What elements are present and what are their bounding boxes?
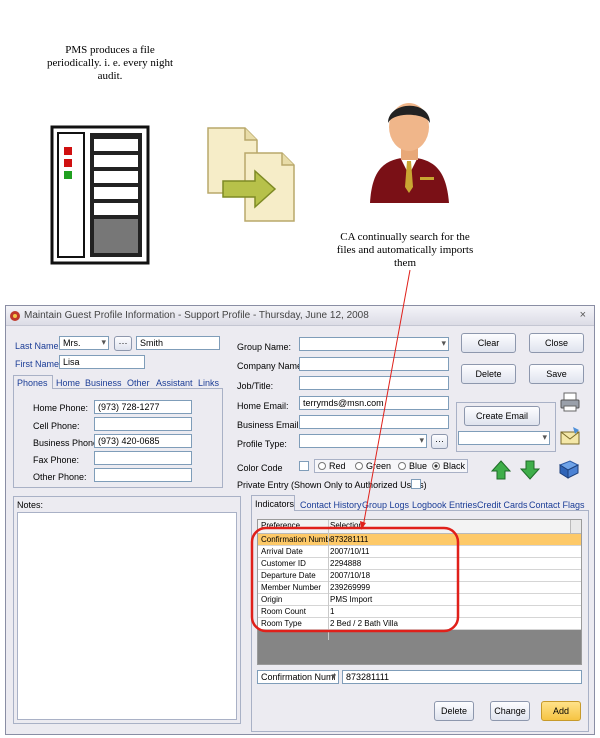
create-email-button[interactable]: Create Email [464,406,540,426]
notes-label: Notes: [17,500,44,510]
table-row[interactable]: Customer ID 2294888 [258,558,581,570]
printer-icon[interactable] [559,391,581,413]
table-row[interactable]: Arrival Date 2007/10/11 [258,546,581,558]
private-entry-label: Private Entry (Shown Only to Authorized … [237,480,427,490]
add-indicator-button[interactable]: Add [541,701,581,721]
tab-contact-history[interactable]: Contact History [300,500,362,510]
fax-phone-label: Fax Phone: [33,455,80,465]
home-phone-field[interactable]: (973) 728-1277 [94,400,192,414]
server-rack-icon [50,125,150,265]
table-row[interactable]: Departure Date 2007/10/18 [258,570,581,582]
notes-group: Notes: [13,496,241,724]
close-button[interactable]: Close [529,333,584,353]
business-email-field[interactable] [299,415,449,429]
pms-caption: PMS produces a file periodically. i. e. … [46,44,174,82]
delete-indicator-button[interactable]: Delete [434,701,474,721]
other-phone-label: Other Phone: [33,472,87,482]
tab-indicators[interactable]: Indicators [255,499,294,509]
envelope-icon[interactable] [559,426,581,446]
selection-value-field[interactable]: 873281111 [342,670,582,684]
job-title-field[interactable] [299,376,449,390]
file-transfer-icon [207,127,295,222]
table-row[interactable]: Origin PMS Import [258,594,581,606]
cell-phone-field[interactable] [94,417,192,431]
profile-type-select[interactable] [299,434,427,448]
cell-phone-label: Cell Phone: [33,421,80,431]
move-down-arrow-icon[interactable] [520,460,540,480]
company-name-label: Company Name: [237,361,305,371]
tab-home[interactable]: Home [56,378,80,388]
table-row[interactable]: Room Type 2 Bed / 2 Bath Villa [258,618,581,630]
change-indicator-button[interactable]: Change [490,701,530,721]
tab-business[interactable]: Business [85,378,122,388]
tab-credit-cards[interactable]: Credit Cards [477,500,528,510]
window-title: Maintain Guest Profile Information - Sup… [24,310,369,321]
profile-type-more-button[interactable]: ··· [431,434,448,449]
grid-scroll-corner [570,520,581,533]
tab-other[interactable]: Other [127,378,150,388]
radio-green-label: Green [366,461,392,471]
radio-blue-label: Blue [409,461,428,471]
save-button[interactable]: Save [529,364,584,384]
profile-type-label: Profile Type: [237,439,287,449]
home-email-field[interactable]: terrymds@msn.com [299,396,449,410]
first-name-field[interactable]: Lisa [59,355,145,369]
radio-black-label: Black [443,461,466,471]
businessman-icon [370,103,449,203]
fax-phone-field[interactable] [94,451,192,465]
business-phone-label: Business Phone: [33,438,101,448]
grid-column-divider [328,520,329,640]
email-template-select[interactable] [458,431,550,445]
business-phone-field[interactable]: (973) 420-0685 [94,434,192,448]
column-preference[interactable]: Preference [261,521,300,530]
tab-logbook-entries[interactable]: Logbook Entries [412,500,477,510]
table-row[interactable]: Member Number 239269999 [258,582,581,594]
color-radio-group: Red Green Blue Black [314,459,468,473]
home-phone-label: Home Phone: [33,403,89,413]
company-name-field[interactable] [299,357,449,371]
tab-contact-flags[interactable]: Contact Flags [529,500,585,510]
guest-profile-window: Maintain Guest Profile Information - Sup… [5,305,595,735]
home-email-label: Home Email: [237,401,289,411]
color-code-checkbox[interactable] [299,461,309,471]
private-entry-checkbox[interactable] [411,479,421,489]
color-code-label: Color Code [237,463,283,473]
tab-group-logs[interactable]: Group Logs [362,500,409,510]
salutation-select[interactable]: Mrs. [59,336,109,350]
first-name-label: First Name: [15,359,62,369]
job-title-label: Job/Title: [237,381,274,391]
indicators-grid: Preference Selection Confirmation Numb 87… [257,519,582,665]
clear-button[interactable]: Clear [461,333,516,353]
tab-phones[interactable]: Phones [17,378,48,388]
radio-green[interactable] [355,462,363,470]
delete-profile-button[interactable]: Delete [461,364,516,384]
radio-blue[interactable] [398,462,406,470]
table-row[interactable]: Room Count 1 [258,606,581,618]
move-up-arrow-icon[interactable] [491,460,511,480]
tab-links[interactable]: Links [198,378,219,388]
business-email-label: Business Email: [237,420,302,430]
app-icon [10,311,20,321]
group-name-select[interactable] [299,337,449,351]
radio-red[interactable] [318,462,326,470]
tab-assistant[interactable]: Assistant [156,378,193,388]
last-name-label: Last Name: [15,341,62,351]
salutation-more-button[interactable]: ··· [114,336,132,351]
grid-header: Preference Selection [258,520,581,534]
ca-caption: CA continually search for the files and … [336,231,474,269]
column-selection[interactable]: Selection [330,521,363,530]
group-name-label: Group Name: [237,342,292,352]
preference-select[interactable]: Confirmation Numl [257,670,339,684]
close-icon[interactable]: × [580,309,586,321]
other-phone-field[interactable] [94,468,192,482]
radio-red-label: Red [329,461,346,471]
last-name-field[interactable]: Smith [136,336,220,350]
title-bar: Maintain Guest Profile Information - Sup… [6,306,594,326]
radio-black[interactable] [432,462,440,470]
book-icon[interactable] [558,460,580,480]
notes-textarea[interactable] [17,512,237,720]
table-row[interactable]: Confirmation Numb 873281111 [258,534,581,546]
